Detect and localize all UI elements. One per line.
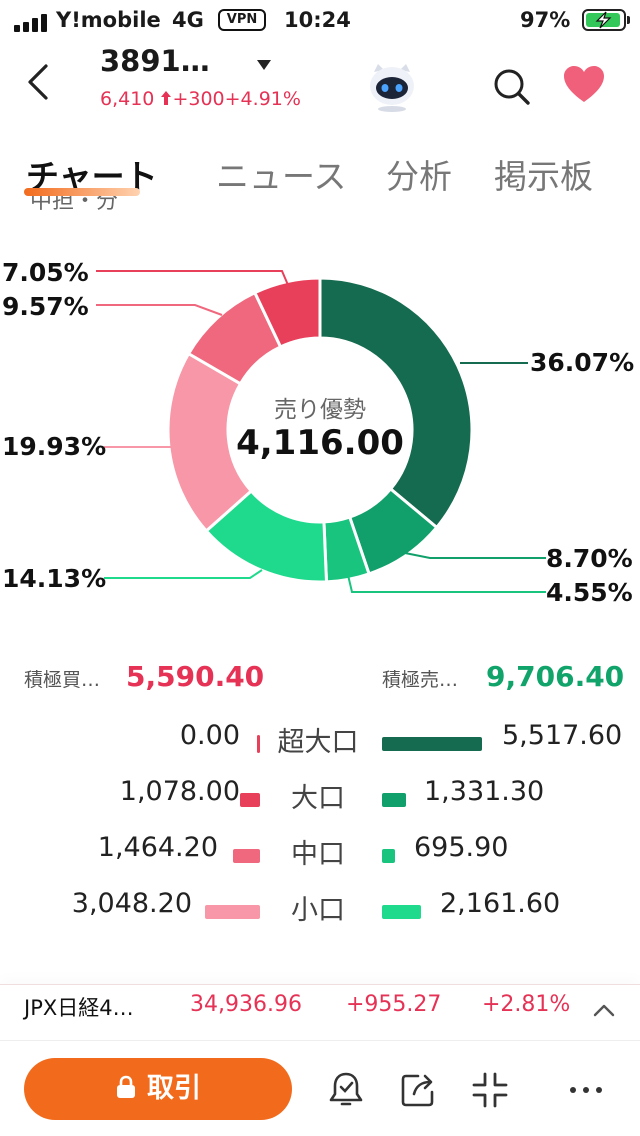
slice-label: 36.07% <box>530 348 635 377</box>
size-category: 大口 <box>291 783 345 814</box>
share-icon[interactable] <box>398 1070 438 1110</box>
price-change: +300 <box>172 88 225 110</box>
vpn-badge: VPN <box>218 9 266 31</box>
index-change: +955.27 <box>346 992 442 1017</box>
slice-leader-line <box>96 270 289 286</box>
price-change-pct: +4.91% <box>224 88 301 110</box>
current-price: 6,410 <box>100 88 155 110</box>
slice-label: 7.05% <box>2 258 89 287</box>
size-category: 中口 <box>291 839 345 870</box>
ai-assistant-icon[interactable] <box>364 58 420 114</box>
lock-icon <box>115 1060 137 1098</box>
buy-amount: 1,464.20 <box>97 832 218 863</box>
carrier-name: Y!mobile <box>56 8 161 32</box>
status-bar: Y!mobile 4G VPN 10:24 97% <box>0 0 640 40</box>
buy-volume-bar <box>240 793 260 807</box>
index-change-pct: +2.81% <box>482 992 571 1017</box>
tab-analysis[interactable]: 分析 <box>386 150 452 198</box>
section-title-cut: 中担・分 <box>30 196 119 214</box>
size-category: 超大口 <box>277 727 359 758</box>
donut-center-value: 4,116.00 <box>236 423 404 463</box>
buy-amount: 3,048.20 <box>71 888 192 919</box>
buy-volume-bar <box>233 849 260 863</box>
sell-amount: 5,517.60 <box>502 720 623 751</box>
size-category: 小口 <box>291 895 345 926</box>
signal-icon <box>14 14 48 32</box>
arrow-up-icon <box>160 89 172 105</box>
aggressive-sell-label: 積極売… <box>382 669 459 691</box>
battery-charging-icon <box>582 9 630 31</box>
buy-amount: 0.00 <box>179 720 240 751</box>
stock-ticker[interactable]: 3891… <box>100 44 210 78</box>
slice-leader-line <box>96 304 223 316</box>
aggressive-buy-label: 積極買… <box>24 669 101 691</box>
sell-volume-bar <box>382 793 407 807</box>
chevron-down-icon[interactable] <box>256 56 272 70</box>
favorite-heart-icon[interactable] <box>562 64 606 104</box>
slice-leader-line <box>404 552 546 559</box>
trade-button-label: 取引 <box>147 1073 201 1104</box>
slice-leader-line <box>104 569 263 579</box>
tab-board[interactable]: 掲示板 <box>494 150 593 198</box>
sell-amount: 695.90 <box>414 832 509 863</box>
sell-volume-bar <box>382 905 422 919</box>
slice-label: 8.70% <box>546 544 633 573</box>
aggressive-sell-value: 9,706.40 <box>486 660 625 693</box>
donut-center-label: 売り優勢 <box>274 397 366 423</box>
buy-volume-bar <box>257 735 260 753</box>
index-value: 34,936.96 <box>190 992 302 1017</box>
collapse-icon[interactable] <box>470 1070 510 1110</box>
active-tab-indicator <box>24 188 140 196</box>
aggressive-buy-value: 5,590.40 <box>126 660 265 693</box>
sell-volume-bar <box>382 737 482 751</box>
network-type: 4G <box>172 8 204 32</box>
trade-button[interactable]: 取引 <box>24 1058 292 1120</box>
sell-amount: 2,161.60 <box>440 888 561 919</box>
index-name: JPX日経4… <box>24 996 134 1020</box>
slice-label: 19.93% <box>2 432 107 461</box>
price-alert-icon[interactable] <box>326 1070 366 1110</box>
chevron-up-icon[interactable] <box>592 1002 616 1018</box>
tab-news[interactable]: ニュース <box>216 150 346 198</box>
search-icon[interactable] <box>491 66 531 106</box>
price-row: 6,410 +300+4.91% <box>100 88 301 110</box>
sell-volume-bar <box>382 849 395 863</box>
slice-label: 4.55% <box>546 578 633 607</box>
more-icon[interactable] <box>566 1070 606 1110</box>
buy-volume-bar <box>204 905 260 919</box>
sell-amount: 1,331.30 <box>424 776 545 807</box>
divider <box>0 1040 640 1041</box>
buy-amount: 1,078.00 <box>119 776 240 807</box>
battery-percent: 97% <box>520 8 571 32</box>
back-arrow-icon[interactable] <box>22 62 56 102</box>
slice-label: 9.57% <box>2 292 89 321</box>
slice-leader-line <box>347 574 546 593</box>
status-time: 10:24 <box>284 8 351 32</box>
slice-label: 14.13% <box>2 564 107 593</box>
